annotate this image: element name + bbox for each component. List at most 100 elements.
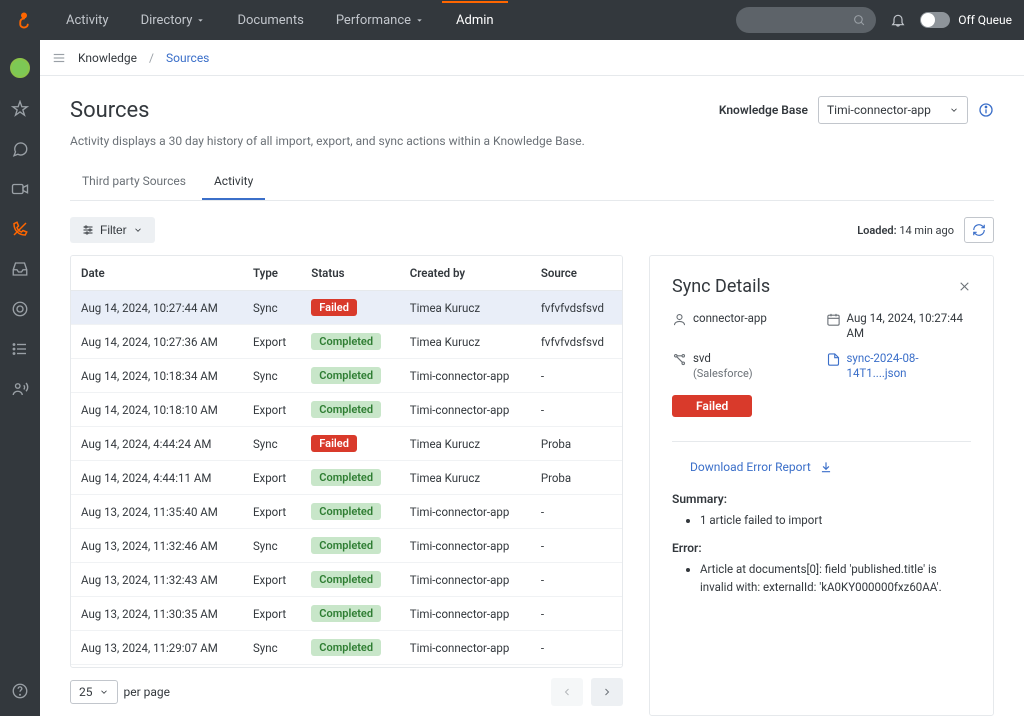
detail-file[interactable]: sync-2024-08-14T1....json (826, 351, 972, 381)
table-column: DateTypeStatusCreated bySource Aug 14, 2… (70, 255, 623, 716)
detail-file-link[interactable]: sync-2024-08-14T1....json (847, 351, 972, 381)
source-icon (672, 352, 687, 367)
activity-table: DateTypeStatusCreated bySource Aug 14, 2… (71, 256, 622, 668)
prev-page-button[interactable] (551, 678, 583, 706)
per-page-select[interactable]: 25 (70, 680, 118, 704)
cell-type: Sync (243, 427, 301, 461)
table-row[interactable]: Aug 14, 2024, 10:27:44 AMSyncFailedTimea… (71, 291, 622, 325)
avatar[interactable] (10, 58, 30, 78)
table-row[interactable]: Aug 14, 2024, 10:27:36 AMExportCompleted… (71, 325, 622, 359)
topnav-item-admin[interactable]: Admin (442, 1, 508, 38)
cell-created-by: Timea Kurucz (400, 461, 531, 495)
kb-select[interactable]: Timi-connector-app (818, 96, 968, 124)
download-error-report[interactable]: Download Error Report (690, 460, 971, 474)
cell-type: Export (243, 563, 301, 597)
cell-date: Aug 14, 2024, 4:44:11 AM (71, 461, 243, 495)
error-label: Error: (672, 541, 971, 555)
page-header: Sources Knowledge Base Timi-connector-ap… (70, 96, 994, 124)
caret-down-icon (196, 16, 205, 25)
topnav-item-activity[interactable]: Activity (52, 2, 123, 38)
cell-date: Aug 14, 2024, 4:44:24 AM (71, 427, 243, 461)
search-input[interactable] (736, 7, 876, 33)
phone-icon[interactable] (11, 220, 29, 238)
status-badge: Completed (311, 367, 381, 384)
help-circle-icon[interactable] (11, 300, 29, 318)
topnav-item-directory[interactable]: Directory (127, 2, 220, 38)
cell-status: Completed (301, 461, 399, 495)
status-badge: Completed (311, 469, 381, 486)
video-icon[interactable] (11, 180, 29, 198)
col-date[interactable]: Date (71, 256, 243, 291)
broadcast-icon[interactable] (11, 380, 29, 398)
refresh-button[interactable] (964, 217, 994, 243)
filter-button[interactable]: Filter (70, 217, 155, 243)
table-row[interactable]: Aug 13, 2024, 11:32:46 AMSyncCompletedTi… (71, 529, 622, 563)
table-row[interactable]: Aug 13, 2024, 11:29:07 AMSyncCompletedTi… (71, 631, 622, 665)
cell-source: fvfvfvdsfsvd (531, 291, 622, 325)
table-row[interactable]: Aug 14, 2024, 4:44:11 AMExportCompletedT… (71, 461, 622, 495)
cell-source: - (531, 631, 622, 665)
topnav-item-documents[interactable]: Documents (223, 2, 317, 38)
cell-date: Aug 13, 2024, 11:32:46 AM (71, 529, 243, 563)
table-row[interactable]: Aug 14, 2024, 10:18:34 AMSyncCompletedTi… (71, 359, 622, 393)
info-icon[interactable] (978, 102, 994, 118)
off-queue-toggle[interactable]: Off Queue (920, 12, 1012, 28)
toggle-switch[interactable] (920, 12, 950, 28)
close-icon[interactable] (958, 280, 971, 293)
table-row[interactable]: Aug 14, 2024, 10:18:10 AMExportCompleted… (71, 393, 622, 427)
status-badge: Failed (311, 299, 357, 316)
cell-source: Proba (531, 427, 622, 461)
loaded-indicator: Loaded: 14 min ago (857, 217, 994, 243)
inbox-icon[interactable] (11, 260, 29, 278)
cell-type: Export (243, 495, 301, 529)
breadcrumb: Knowledge / Sources (40, 40, 1024, 76)
notifications-icon[interactable] (890, 12, 906, 28)
cell-date: Aug 13, 2024, 11:30:35 AM (71, 597, 243, 631)
kb-value: Timi-connector-app (827, 103, 931, 117)
cell-source: - (531, 597, 622, 631)
cell-source: - (531, 529, 622, 563)
cell-status: Completed (301, 359, 399, 393)
cell-source: - (531, 393, 622, 427)
help-icon[interactable] (11, 682, 29, 700)
list-icon[interactable] (11, 340, 29, 358)
activity-table-wrap[interactable]: DateTypeStatusCreated bySource Aug 14, 2… (70, 255, 623, 668)
search-icon (853, 14, 866, 27)
topbar: ActivityDirectoryDocumentsPerformanceAdm… (0, 0, 1024, 40)
table-row[interactable]: Aug 14, 2024, 4:44:24 AMSyncFailedTimea … (71, 427, 622, 461)
detail-app-value: connector-app (693, 311, 767, 326)
file-icon (826, 352, 841, 367)
table-row[interactable]: Aug 13, 2024, 11:29:04 AMExportCompleted… (71, 665, 622, 669)
filter-label: Filter (100, 223, 127, 237)
col-source[interactable]: Source (531, 256, 622, 291)
favorites-icon[interactable] (11, 100, 29, 118)
brand-logo-icon (12, 8, 36, 32)
col-type[interactable]: Type (243, 256, 301, 291)
tab-activity[interactable]: Activity (202, 166, 265, 200)
table-row[interactable]: Aug 13, 2024, 11:32:43 AMExportCompleted… (71, 563, 622, 597)
divider (672, 441, 971, 442)
cell-date: Aug 13, 2024, 11:32:43 AM (71, 563, 243, 597)
left-rail (0, 40, 40, 716)
crumb-current[interactable]: Sources (166, 51, 209, 65)
col-created-by[interactable]: Created by (400, 256, 531, 291)
topnav-item-performance[interactable]: Performance (322, 2, 438, 38)
cell-source: fvfvfvdsfsvd (531, 325, 622, 359)
error-list: Article at documents[0]: field 'publishe… (672, 561, 971, 596)
tab-third-party-sources[interactable]: Third party Sources (70, 166, 198, 200)
breadcrumb-menu-icon[interactable] (52, 51, 66, 65)
chat-icon[interactable] (11, 140, 29, 158)
status-badge: Completed (311, 639, 381, 656)
page-buttons (551, 678, 623, 706)
filter-icon (82, 224, 94, 236)
cell-date: Aug 14, 2024, 10:18:34 AM (71, 359, 243, 393)
crumb-root[interactable]: Knowledge (78, 51, 137, 65)
next-page-button[interactable] (591, 678, 623, 706)
cell-created-by: Timea Kurucz (400, 427, 531, 461)
summary-item: 1 article failed to import (700, 512, 971, 529)
user-icon (672, 312, 687, 327)
table-row[interactable]: Aug 13, 2024, 11:30:35 AMExportCompleted… (71, 597, 622, 631)
col-status[interactable]: Status (301, 256, 399, 291)
cell-status: Completed (301, 631, 399, 665)
table-row[interactable]: Aug 13, 2024, 11:35:40 AMExportCompleted… (71, 495, 622, 529)
